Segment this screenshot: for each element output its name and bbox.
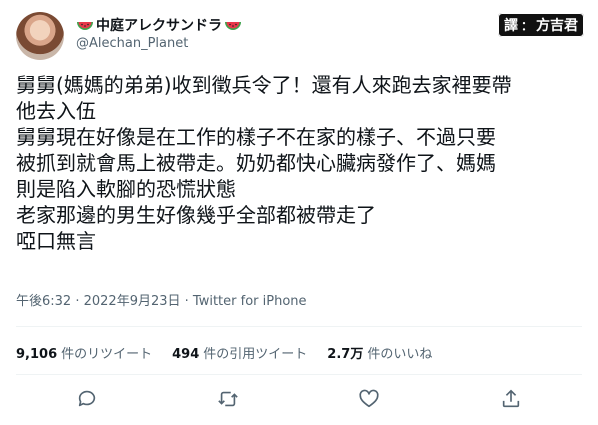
watermelon-icon (76, 16, 94, 34)
retweet-count[interactable]: 9,106 件のリツイート (16, 343, 152, 362)
tweet-line: 舅舅現在好像是在工作的樣子不在家的樣子、不過只要 (16, 125, 496, 149)
translator-name: 方吉君 (536, 18, 578, 34)
tweet-line: 舅舅(媽媽的弟弟)收到徵兵令了！還有人來跑去家裡要帶 (16, 73, 512, 97)
tweet-line: 他去入伍 (16, 99, 96, 123)
tweet-line: 啞口無言 (16, 229, 96, 253)
like-icon[interactable] (358, 388, 382, 412)
translator-prefix: 譯 (503, 18, 518, 34)
tweet-date[interactable]: 2022年9月23日 (84, 294, 181, 309)
tweet-text: 舅舅(媽媽的弟弟)收到徵兵令了！還有人來跑去家裡要帶 他去入伍 舅舅現在好像是在… (16, 72, 582, 254)
display-name-row[interactable]: 中庭アレクサンドラ (76, 15, 242, 35)
tweet-stats: 9,106 件のリツイート 494 件の引用ツイート 2.7万 件のいいね (16, 343, 452, 362)
meta-separator: · (180, 294, 193, 309)
reply-icon[interactable] (76, 388, 100, 412)
like-count[interactable]: 2.7万 件のいいね (327, 343, 432, 362)
tweet-meta: 午後6:32 · 2022年9月23日 · Twitter for iPhone (16, 290, 307, 309)
watermelon-icon (224, 16, 242, 34)
action-bar (0, 386, 598, 414)
tweet-source[interactable]: Twitter for iPhone (193, 294, 307, 309)
share-icon[interactable] (500, 388, 524, 412)
display-name: 中庭アレクサンドラ (96, 18, 222, 34)
retweet-icon[interactable] (217, 388, 241, 412)
divider (16, 326, 582, 327)
tweet-time[interactable]: 午後6:32 (16, 294, 71, 309)
quote-tweet-count[interactable]: 494 件の引用ツイート (172, 343, 307, 362)
meta-separator: · (71, 294, 84, 309)
tweet-line: 則是陷入軟腳的恐慌狀態 (16, 177, 236, 201)
avatar[interactable] (16, 12, 64, 60)
tweet-line: 老家那邊的男生好像幾乎全部都被帶走了 (16, 203, 376, 227)
tweet-card: 中庭アレクサンドラ @Alechan_Planet 譯 ： 方吉君 舅舅(媽媽的… (0, 0, 598, 425)
user-handle[interactable]: @Alechan_Planet (76, 36, 188, 51)
tweet-line: 被抓到就會馬上被帶走。奶奶都快心臟病發作了、媽媽 (16, 151, 496, 175)
translator-badge: 譯 ： 方吉君 (497, 13, 584, 37)
translator-separator: ： (520, 18, 533, 33)
divider (16, 374, 582, 375)
